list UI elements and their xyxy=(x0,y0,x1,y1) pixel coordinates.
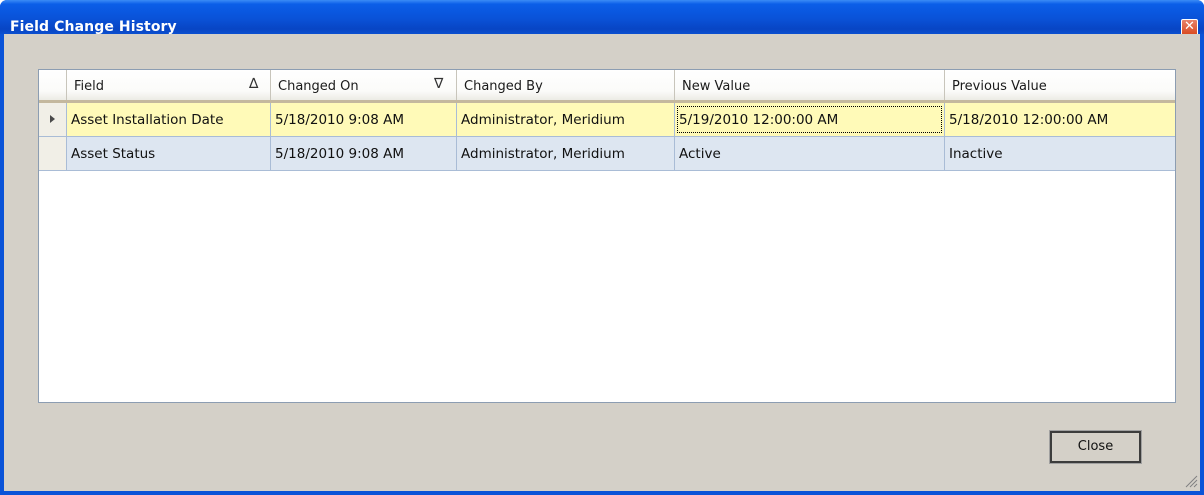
change-history-grid[interactable]: Field ∆ Changed On ∇ Changed By New Valu… xyxy=(38,69,1176,403)
column-header-label: Field xyxy=(74,79,105,94)
cell-changed-by[interactable]: Administrator, Meridium xyxy=(457,103,675,136)
cell-changed-by[interactable]: Administrator, Meridium xyxy=(457,137,675,170)
column-header-field[interactable]: Field ∆ xyxy=(67,70,271,100)
cell-changed-on[interactable]: 5/18/2010 9:08 AM xyxy=(271,103,457,136)
window-title: Field Change History xyxy=(10,19,177,35)
column-header-previous-value[interactable]: Previous Value xyxy=(945,70,1175,100)
cell-field[interactable]: Asset Installation Date xyxy=(67,103,271,136)
sort-descending-icon: ∇ xyxy=(434,76,444,92)
row-selector[interactable] xyxy=(39,137,67,170)
column-header-changed-on[interactable]: Changed On ∇ xyxy=(271,70,457,100)
cell-new-value[interactable]: Active xyxy=(675,137,945,170)
column-header-label: Changed By xyxy=(464,79,543,94)
title-bar[interactable]: Field Change History ✕ xyxy=(0,0,1204,36)
column-header-label: Previous Value xyxy=(952,79,1047,94)
table-row[interactable]: Asset Installation Date 5/18/2010 9:08 A… xyxy=(39,103,1175,137)
current-row-arrow-icon xyxy=(50,115,55,123)
close-button[interactable]: Close xyxy=(1049,430,1142,464)
row-selector-header xyxy=(39,70,67,100)
table-row[interactable]: Asset Status 5/18/2010 9:08 AM Administr… xyxy=(39,137,1175,171)
dialog-body: Field ∆ Changed On ∇ Changed By New Valu… xyxy=(4,34,1200,491)
column-header-label: Changed On xyxy=(278,79,359,94)
row-selector[interactable] xyxy=(39,103,67,136)
resize-grip-icon[interactable] xyxy=(1184,474,1198,488)
column-header-label: New Value xyxy=(682,79,751,94)
column-header-changed-by[interactable]: Changed By xyxy=(457,70,675,100)
cell-new-value[interactable]: 5/19/2010 12:00:00 AM xyxy=(675,103,945,136)
grid-header: Field ∆ Changed On ∇ Changed By New Valu… xyxy=(39,70,1175,103)
field-change-history-window: Field Change History ✕ Field ∆ Changed O… xyxy=(0,0,1204,495)
cell-field[interactable]: Asset Status xyxy=(67,137,271,170)
column-header-new-value[interactable]: New Value xyxy=(675,70,945,100)
sort-ascending-icon: ∆ xyxy=(249,76,259,92)
cell-previous-value[interactable]: 5/18/2010 12:00:00 AM xyxy=(945,103,1175,136)
cell-changed-on[interactable]: 5/18/2010 9:08 AM xyxy=(271,137,457,170)
cell-previous-value[interactable]: Inactive xyxy=(945,137,1175,170)
